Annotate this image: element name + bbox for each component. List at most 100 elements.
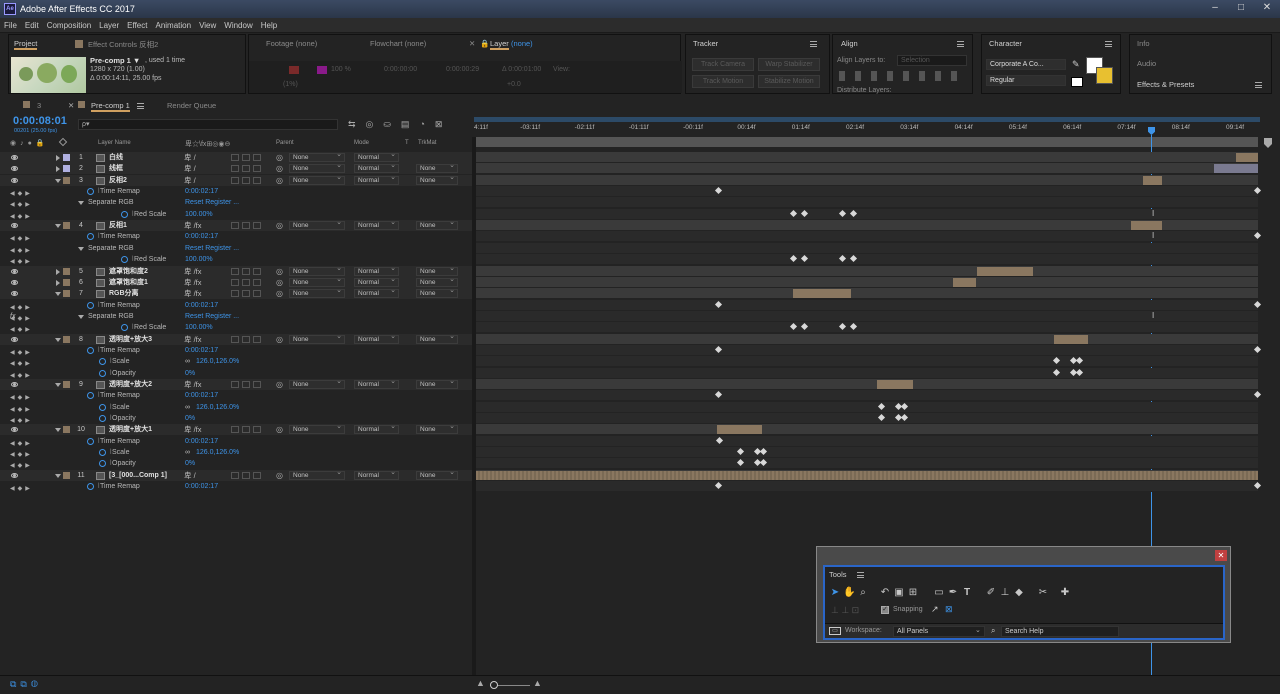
layer-row[interactable]: 2 线框 卑 / ◎ None Normal None bbox=[0, 162, 472, 175]
pen-tool-icon[interactable]: ✒ bbox=[947, 587, 959, 599]
menu-composition[interactable]: Composition bbox=[43, 18, 95, 33]
layer-name-header[interactable]: Layer Name bbox=[98, 140, 131, 146]
pickwhip-icon[interactable]: ◎ bbox=[276, 277, 283, 288]
expand-triangle-icon[interactable] bbox=[56, 166, 60, 173]
visibility-eye-icon[interactable] bbox=[11, 336, 18, 342]
keyframe-icon[interactable] bbox=[714, 482, 723, 490]
property-value[interactable]: Reset Register ... bbox=[185, 243, 239, 254]
visibility-eye-icon[interactable] bbox=[11, 223, 18, 229]
keyframe-icon[interactable] bbox=[714, 300, 723, 308]
expand-triangle-icon[interactable] bbox=[56, 279, 60, 286]
tab-layer[interactable]: Layer bbox=[490, 39, 509, 50]
track-row[interactable] bbox=[476, 379, 1258, 390]
blend-mode-select[interactable]: Normal bbox=[354, 162, 399, 174]
track-row[interactable] bbox=[476, 333, 1258, 345]
keyframe-icon[interactable] bbox=[1253, 300, 1262, 308]
zoom-slider-thumb[interactable] bbox=[490, 681, 498, 689]
tools-close-button[interactable]: ✕ bbox=[1215, 550, 1227, 561]
stabilize-motion-button[interactable]: Stabilize Motion bbox=[758, 75, 820, 88]
pickwhip-icon[interactable]: ◎ bbox=[276, 163, 283, 174]
layer-name[interactable]: 遮罩饱和度2 bbox=[109, 266, 148, 277]
layer-row[interactable]: 7 RGB分离 卑 /fx ◎ None Normal None bbox=[0, 287, 472, 300]
work-area-bar[interactable] bbox=[474, 117, 1260, 122]
motion-blur-switch[interactable] bbox=[231, 222, 239, 230]
3d-layer-switch[interactable] bbox=[253, 165, 261, 173]
layer-duration-bar[interactable] bbox=[877, 380, 913, 389]
blend-mode-select[interactable]: Normal bbox=[354, 333, 399, 344]
layer-switches[interactable]: 卑 /fx bbox=[184, 266, 202, 277]
zoom-out-icon[interactable]: ▲ bbox=[476, 678, 485, 688]
keyframe-icon[interactable] bbox=[715, 436, 724, 444]
tools-menu-icon[interactable] bbox=[857, 572, 864, 578]
keyframe-icon[interactable] bbox=[789, 209, 798, 217]
3d-layer-switch[interactable] bbox=[253, 176, 261, 184]
layer-name[interactable]: 反相2 bbox=[109, 175, 127, 186]
property-value[interactable]: 126.0,126.0% bbox=[196, 356, 239, 367]
track-row[interactable] bbox=[476, 367, 1258, 379]
red-channel-icon[interactable] bbox=[289, 66, 299, 74]
track-row[interactable]: I bbox=[476, 208, 1258, 220]
visibility-eye-icon[interactable] bbox=[11, 166, 18, 172]
layer-duration-bar[interactable] bbox=[1054, 334, 1088, 344]
character-menu-icon[interactable] bbox=[1105, 41, 1112, 47]
menu-effect[interactable]: Effect bbox=[123, 18, 151, 33]
keyframe-icon[interactable] bbox=[736, 448, 745, 456]
adjustment-switch[interactable] bbox=[242, 426, 250, 434]
3d-layer-switch[interactable] bbox=[253, 267, 261, 275]
constrain-link-icon[interactable]: ∞ bbox=[185, 402, 190, 413]
visibility-eye-icon[interactable] bbox=[11, 279, 18, 285]
property-value[interactable]: 0% bbox=[185, 413, 195, 424]
motion-blur-switch[interactable] bbox=[231, 426, 239, 434]
keyframe-icon[interactable] bbox=[714, 391, 723, 399]
parent-select[interactable]: None bbox=[289, 333, 345, 344]
track-row[interactable] bbox=[476, 356, 1258, 368]
keyframe-icon[interactable] bbox=[789, 255, 798, 263]
track-motion-button[interactable]: Track Motion bbox=[692, 75, 754, 88]
stopwatch-icon[interactable] bbox=[87, 483, 94, 491]
adjustment-switch[interactable] bbox=[242, 335, 250, 343]
brush-tool-icon[interactable]: ✐ bbox=[985, 587, 997, 599]
keyframe-icon[interactable] bbox=[838, 255, 847, 263]
layer-name[interactable]: 线框 bbox=[109, 163, 123, 174]
pickwhip-icon[interactable]: ◎ bbox=[276, 470, 283, 481]
track-row[interactable] bbox=[476, 265, 1258, 277]
parent-select[interactable]: None bbox=[289, 219, 345, 231]
tab-effect-controls[interactable]: Effect Controls 反相2 bbox=[88, 39, 158, 50]
track-matte-select[interactable]: None bbox=[416, 378, 458, 389]
expand-triangle-icon[interactable] bbox=[78, 201, 84, 206]
expand-triangle-icon[interactable] bbox=[55, 292, 61, 297]
layer-duration-bar[interactable] bbox=[1143, 175, 1162, 185]
visibility-eye-icon[interactable] bbox=[11, 382, 18, 387]
3d-layer-switch[interactable] bbox=[253, 290, 261, 298]
eraser-tool-icon[interactable]: ◆ bbox=[1013, 587, 1025, 599]
layer-row[interactable]: 8 透明度+放大3 卑 /fx ◎ None Normal None bbox=[0, 333, 472, 345]
layer-name[interactable]: 透明度+放大1 bbox=[109, 424, 152, 435]
pickwhip-icon[interactable]: ◎ bbox=[276, 379, 283, 390]
layer-switches[interactable]: 卑 / bbox=[184, 175, 196, 186]
layer-switches[interactable]: 卑 /fx bbox=[184, 220, 202, 231]
parent-select[interactable]: None bbox=[289, 174, 345, 185]
blend-mode-select[interactable]: Normal bbox=[354, 219, 399, 231]
property-row[interactable]: ◀◆▶ Separate RGB Reset Register ... bbox=[0, 243, 472, 254]
menu-file[interactable]: File bbox=[0, 18, 21, 33]
track-row[interactable] bbox=[476, 322, 1258, 334]
parent-select[interactable]: None bbox=[289, 276, 345, 287]
layer-row[interactable]: 11 [3_[000...Comp 1] 卑 / ◎ None Normal None bbox=[0, 469, 472, 481]
comp-name[interactable]: Pre-comp 1 ▼ bbox=[90, 56, 140, 65]
3d-layer-switch[interactable] bbox=[253, 335, 261, 343]
layer-duration-bar[interactable] bbox=[1214, 164, 1258, 174]
resolution-select[interactable]: (1%) bbox=[283, 81, 298, 88]
keyframe-icon[interactable] bbox=[736, 459, 745, 467]
timeline-menu-icon[interactable] bbox=[137, 103, 144, 109]
effect-name[interactable]: Separate RGB bbox=[88, 311, 134, 322]
expand-triangle-icon[interactable] bbox=[55, 428, 61, 433]
property-value[interactable]: 0:00:02:17 bbox=[185, 345, 218, 356]
effect-name[interactable]: Separate RGB bbox=[88, 197, 134, 208]
in-point[interactable]: 0:00:00:00 bbox=[384, 66, 417, 73]
minimize-button[interactable]: – bbox=[1202, 0, 1228, 17]
property-row[interactable]: ◀◆▶ ⦚ Red Scale 100.00% bbox=[0, 254, 472, 265]
track-row[interactable] bbox=[476, 152, 1258, 163]
stopwatch-icon[interactable] bbox=[87, 392, 94, 400]
layer-name[interactable]: 遮罩饱和度1 bbox=[109, 277, 148, 288]
tab-render-queue[interactable]: Render Queue bbox=[167, 101, 216, 110]
